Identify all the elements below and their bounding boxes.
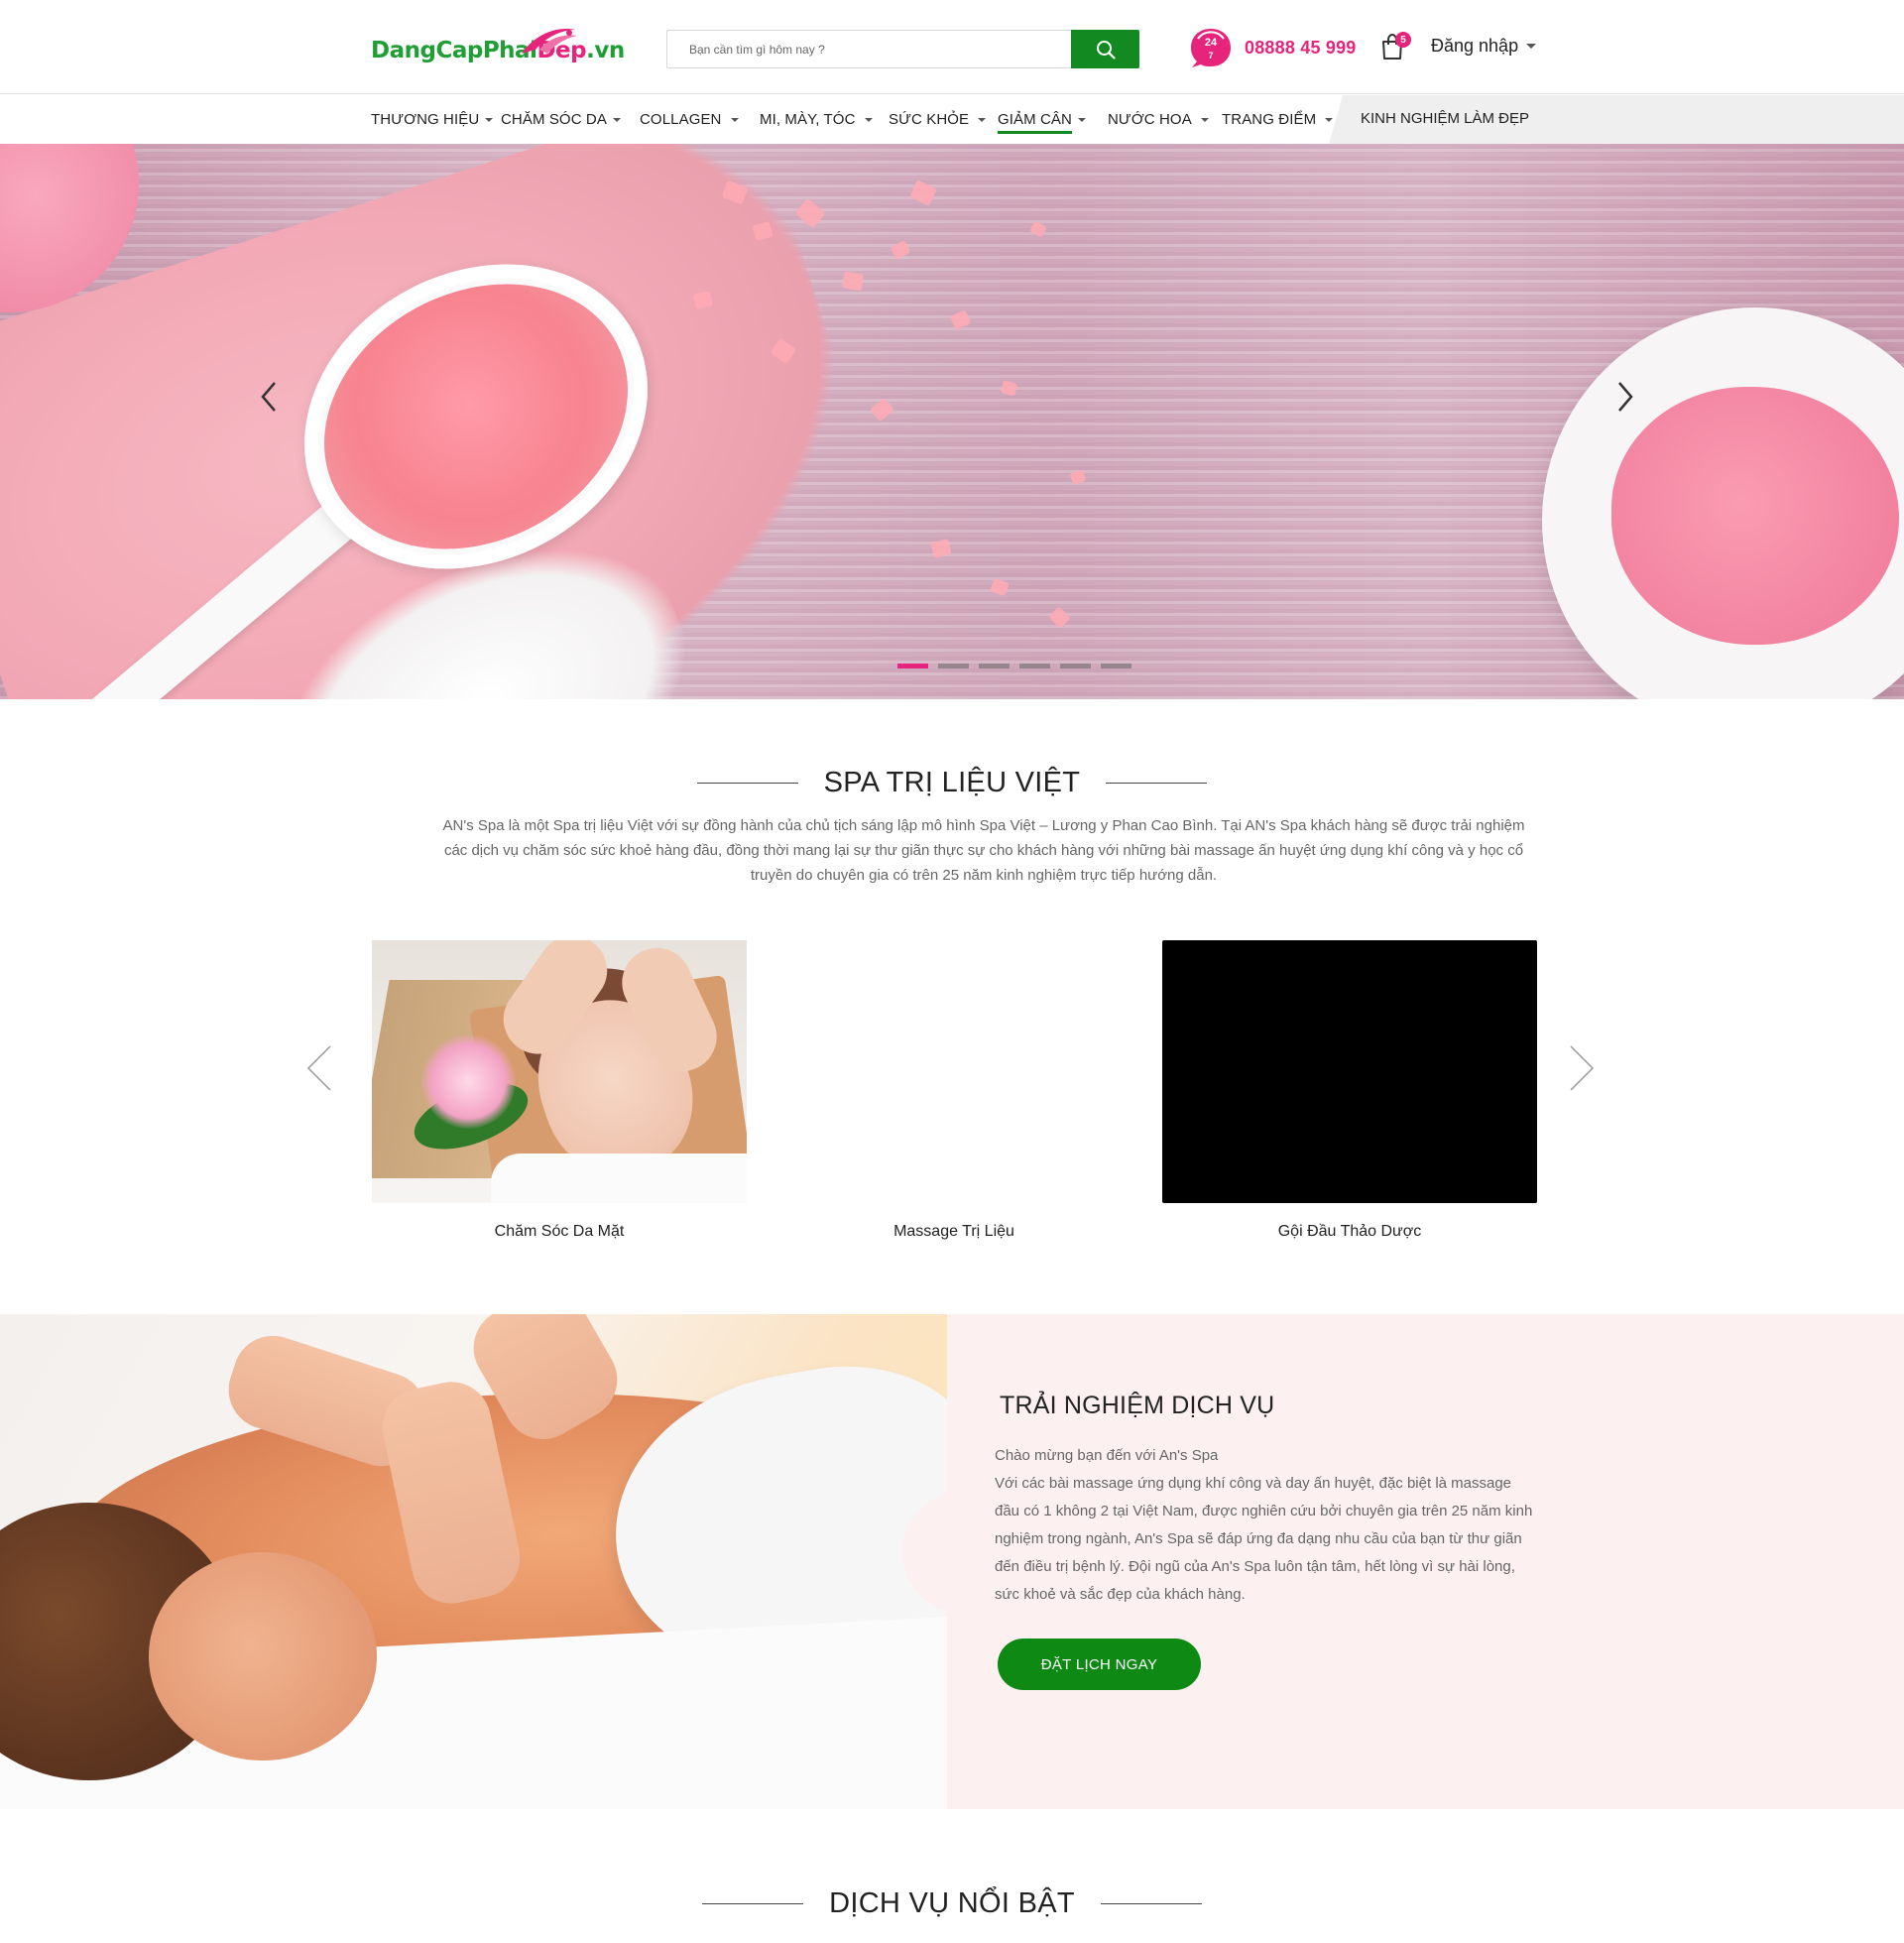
login-dropdown[interactable]: Đăng nhập [1431, 36, 1537, 57]
hero-crystal [909, 180, 937, 206]
nav-item-suc-khoe[interactable]: SỨC KHỎE [889, 95, 987, 144]
chevron-down-icon [485, 117, 494, 122]
divider [702, 1903, 804, 1904]
hero-crystal [1000, 380, 1018, 397]
hero-slide-dot[interactable] [979, 664, 1010, 668]
service-image-facial[interactable] [372, 940, 747, 1203]
hero-pagination [897, 664, 1131, 668]
hero-slide-dot[interactable] [897, 664, 928, 668]
divider [1100, 1903, 1202, 1904]
svg-text:24: 24 [1205, 37, 1218, 49]
chevron-down-icon [1325, 117, 1334, 122]
logo-swoosh-icon [522, 29, 577, 54]
hero-photo-pink-oil [1611, 387, 1899, 645]
services-next-button[interactable] [1569, 1044, 1595, 1092]
chevron-right-icon [1618, 382, 1633, 412]
site-logo[interactable]: DangCapPhaiDep.vn [371, 26, 625, 69]
hero-crystal [1048, 606, 1071, 629]
nav-label: KINH NGHIỆM LÀM ĐẸP [1361, 110, 1530, 127]
nav-item-giam-can[interactable]: GIẢM CÂN [998, 95, 1086, 144]
hero-crystal [841, 271, 865, 292]
featured-section-heading: DỊCH VỤ NỔI BẬT [0, 1887, 1904, 1920]
chevron-down-icon [864, 117, 873, 122]
login-label: Đăng nhập [1431, 36, 1519, 56]
spa-section-heading: SPA TRỊ LIỆU VIỆT [0, 767, 1904, 799]
hero-crystal [930, 538, 952, 559]
hero-crystal [870, 397, 894, 423]
hotline-number[interactable]: 08888 45 999 [1245, 38, 1357, 59]
hotline-24-7-icon: 24 7 [1191, 29, 1231, 67]
site-header: DangCapPhaiDep.vn 24 7 08888 45 999 [0, 0, 1904, 94]
service-name[interactable]: Massage Trị Liệu [767, 1223, 1141, 1241]
book-now-button[interactable]: ĐẶT LỊCH NGAY [998, 1639, 1201, 1690]
service-card[interactable]: Massage Trị Liệu [767, 940, 1141, 1241]
service-image-massage[interactable] [767, 940, 1141, 1203]
nav-label: CHĂM SÓC DA [501, 111, 607, 128]
featured-section-title: DỊCH VỤ NỔI BẬT [829, 1887, 1075, 1919]
hero-crystal [989, 577, 1011, 597]
chevron-down-icon [730, 117, 739, 122]
chevron-left-icon [261, 382, 276, 412]
spa-intro-text: AN's Spa là một Spa trị liệu Việt với sự… [442, 817, 1525, 884]
service-card[interactable]: Gội Đầu Thảo Dược [1162, 940, 1537, 1241]
hero-slide-dot[interactable] [938, 664, 969, 668]
nav-item-thuong-hieu[interactable]: THƯƠNG HIỆU [371, 95, 494, 144]
nav-label: TRANG ĐIỂM [1222, 111, 1317, 128]
service-card[interactable]: Chăm Sóc Da Mặt [372, 940, 747, 1241]
divider [696, 783, 798, 784]
nav-label: THƯƠNG HIỆU [371, 111, 480, 128]
nav-item-nuoc-hoa[interactable]: NƯỚC HOA [1108, 95, 1209, 144]
nav-item-mi-may-toc[interactable]: MI, MÀY, TÓC [760, 95, 873, 144]
experience-section [0, 1314, 1904, 1809]
hero-slide-dot[interactable] [1019, 664, 1050, 668]
service-name[interactable]: Chăm Sóc Da Mặt [372, 1223, 747, 1241]
hero-slide-dot[interactable] [1060, 664, 1091, 668]
nav-label: GIẢM CÂN [998, 111, 1072, 134]
nav-label: COLLAGEN [640, 111, 722, 128]
hero-slide-dot[interactable] [1101, 664, 1131, 668]
search-box [666, 30, 1139, 68]
services-prev-button[interactable] [306, 1044, 332, 1092]
chevron-down-icon [1200, 117, 1209, 122]
hero-slider [0, 144, 1904, 699]
cart-button[interactable]: 5 [1379, 32, 1413, 62]
hero-crystal [890, 239, 911, 261]
hero-crystal [692, 291, 714, 309]
hero-crystal [794, 197, 826, 229]
hero-next-button[interactable] [1610, 377, 1640, 417]
nav-item-trang-diem[interactable]: TRANG ĐIỂM [1222, 95, 1334, 144]
logo-text: DangCapPhaiDep.vn [371, 38, 625, 63]
search-input[interactable] [667, 31, 1072, 67]
experience-greeting: Chào mừng bạn đến với An's Spa [995, 1447, 1219, 1464]
main-nav: THƯƠNG HIỆU CHĂM SÓC DA COLLAGEN MI, MÀY… [0, 95, 1904, 144]
cart-count-badge: 5 [1395, 32, 1411, 48]
hotline[interactable]: 24 7 08888 45 999 [1186, 24, 1357, 71]
service-name[interactable]: Gội Đầu Thảo Dược [1162, 1223, 1537, 1241]
search-button[interactable] [1071, 30, 1139, 68]
experience-photo [0, 1314, 947, 1809]
experience-title: TRẢI NGHIỆM DỊCH VỤ [1000, 1392, 1275, 1419]
nav-item-collagen[interactable]: COLLAGEN [640, 95, 739, 144]
nav-item-kinh-nghiem-lam-dep[interactable]: KINH NGHIỆM LÀM ĐẸP [1329, 95, 1904, 144]
hero-crystal [949, 309, 972, 330]
divider [1106, 783, 1208, 784]
hero-crystal [1069, 468, 1087, 486]
nav-item-cham-soc-da[interactable]: CHĂM SÓC DA [501, 95, 621, 144]
experience-body: Với các bài massage ứng dụng khí công và… [995, 1475, 1533, 1603]
spa-section-title: SPA TRỊ LIỆU VIỆT [823, 767, 1081, 798]
nav-label: SỨC KHỎE [889, 111, 970, 128]
chevron-down-icon [978, 117, 987, 122]
service-image-herbal-shampoo[interactable] [1162, 940, 1537, 1203]
hero-prev-button[interactable] [254, 377, 284, 417]
experience-text: Chào mừng bạn đến với An's Spa Với các b… [995, 1442, 1535, 1609]
svg-text:7: 7 [1208, 51, 1213, 61]
search-icon [1096, 40, 1116, 60]
chevron-down-icon [612, 117, 621, 122]
chevron-down-icon [1526, 44, 1537, 49]
chevron-down-icon [1077, 117, 1086, 122]
nav-label: NƯỚC HOA [1108, 111, 1192, 128]
nav-label: MI, MÀY, TÓC [760, 111, 856, 128]
hero-crystal [1028, 220, 1048, 238]
